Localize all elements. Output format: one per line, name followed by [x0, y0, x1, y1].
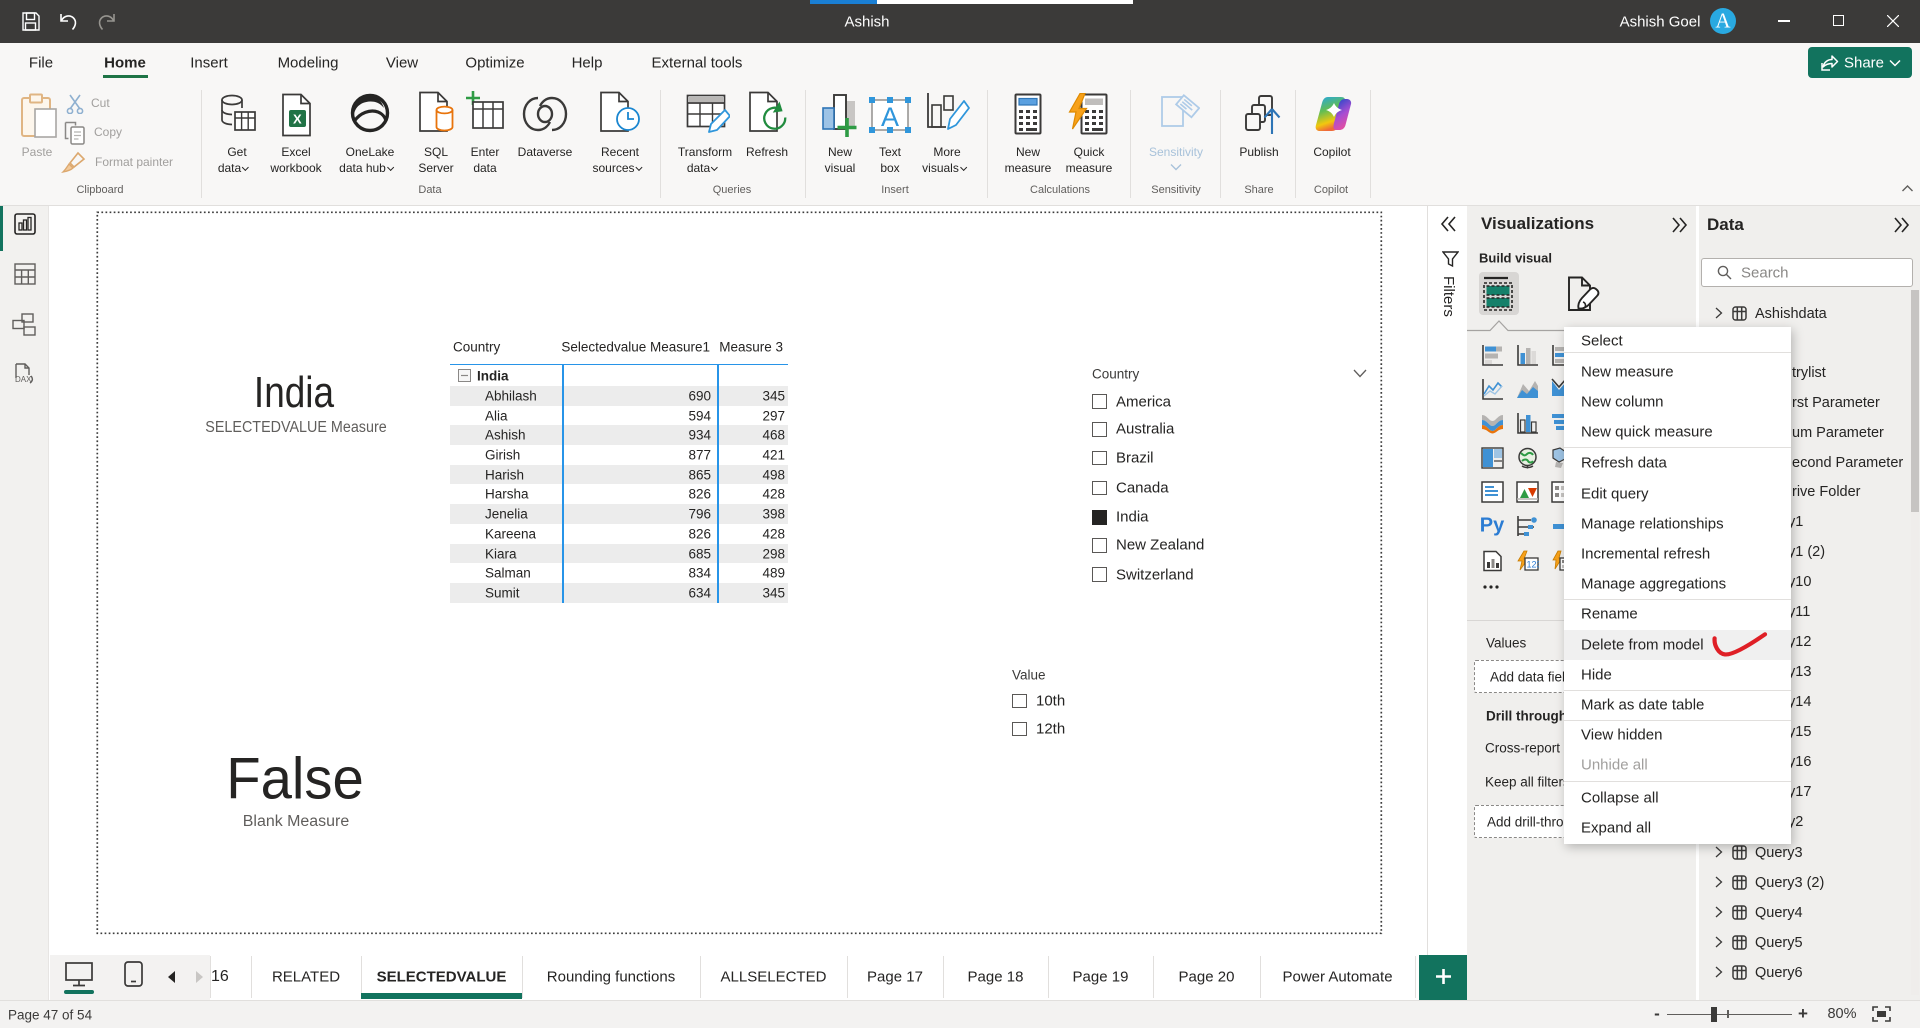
svg-text:123: 123: [1527, 560, 1540, 570]
svg-text:DAX: DAX: [15, 375, 32, 384]
svg-text:X: X: [293, 112, 302, 127]
